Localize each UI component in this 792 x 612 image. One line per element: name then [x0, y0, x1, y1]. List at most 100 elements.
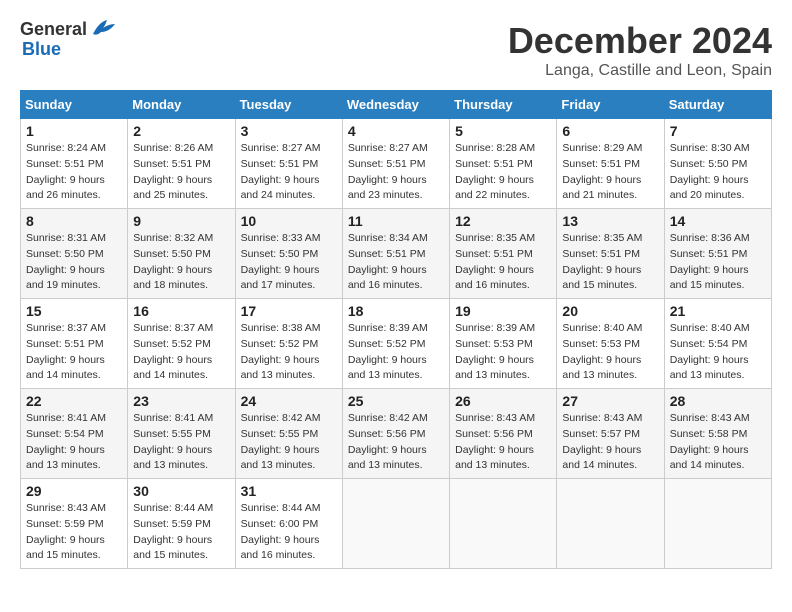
sunset-text: Sunset: 5:52 PM: [241, 338, 319, 350]
table-row: 22Sunrise: 8:41 AMSunset: 5:54 PMDayligh…: [21, 389, 128, 479]
sunrise-text: Sunrise: 8:35 AM: [562, 232, 642, 244]
table-row: 7Sunrise: 8:30 AMSunset: 5:50 PMDaylight…: [664, 119, 771, 209]
daylight-text: Daylight: 9 hours and 14 minutes.: [26, 354, 105, 382]
calendar-week-row: 29 Sunrise: 8:43 AMSunset: 5:59 PMDayligh…: [21, 479, 772, 569]
sunset-text: Sunset: 5:57 PM: [562, 428, 640, 440]
col-saturday: Saturday: [664, 91, 771, 119]
sunrise-text: Sunrise: 8:32 AM: [133, 232, 213, 244]
sunset-text: Sunset: 5:50 PM: [133, 248, 211, 260]
daylight-text: Daylight: 9 hours and 16 minutes.: [348, 264, 427, 292]
day-number: 14: [670, 213, 766, 229]
daylight-text: Daylight: 9 hours and 13 minutes.: [133, 444, 212, 472]
location-subtitle: Langa, Castille and Leon, Spain: [508, 62, 772, 80]
day-info: Sunrise: 8:40 AMSunset: 5:53 PMDaylight:…: [562, 321, 658, 384]
day-info: Sunrise: 8:43 AMSunset: 5:59 PMDaylight:…: [26, 501, 122, 564]
sunset-text: Sunset: 5:51 PM: [26, 158, 104, 170]
sunset-text: Sunset: 5:59 PM: [133, 518, 211, 530]
day-info: Sunrise: 8:33 AMSunset: 5:50 PMDaylight:…: [241, 231, 337, 294]
table-row: 13Sunrise: 8:35 AMSunset: 5:51 PMDayligh…: [557, 209, 664, 299]
sunset-text: Sunset: 5:50 PM: [241, 248, 319, 260]
table-row: 20 Sunrise: 8:40 AMSunset: 5:53 PMDayligh…: [557, 299, 664, 389]
sunset-text: Sunset: 5:54 PM: [26, 428, 104, 440]
daylight-text: Daylight: 9 hours and 15 minutes.: [562, 264, 641, 292]
sunset-text: Sunset: 5:54 PM: [670, 338, 748, 350]
sunrise-text: Sunrise: 8:39 AM: [455, 322, 535, 334]
daylight-text: Daylight: 9 hours and 15 minutes.: [133, 534, 212, 562]
day-number: 9: [133, 213, 229, 229]
day-info: Sunrise: 8:31 AMSunset: 5:50 PMDaylight:…: [26, 231, 122, 294]
daylight-text: Daylight: 9 hours and 20 minutes.: [670, 174, 749, 202]
sunset-text: Sunset: 5:51 PM: [562, 158, 640, 170]
sunset-text: Sunset: 5:51 PM: [133, 158, 211, 170]
calendar-week-row: 15 Sunrise: 8:37 AM Sunset: 5:51 PM Dayligh…: [21, 299, 772, 389]
table-row: [557, 479, 664, 569]
page-container: General Blue December 2024 Langa, Castil…: [20, 20, 772, 569]
header: General Blue December 2024 Langa, Castil…: [20, 20, 772, 80]
day-number: 25: [348, 393, 444, 409]
sunrise-text: Sunrise: 8:28 AM: [455, 142, 535, 154]
table-row: 26Sunrise: 8:43 AMSunset: 5:56 PMDayligh…: [450, 389, 557, 479]
daylight-text: Daylight: 9 hours and 13 minutes.: [348, 444, 427, 472]
table-row: 11Sunrise: 8:34 AMSunset: 5:51 PMDayligh…: [342, 209, 449, 299]
sunrise-text: Sunrise: 8:39 AM: [348, 322, 428, 334]
day-info: Sunrise: 8:35 AMSunset: 5:51 PMDaylight:…: [562, 231, 658, 294]
table-row: 9Sunrise: 8:32 AMSunset: 5:50 PMDaylight…: [128, 209, 235, 299]
day-info: Sunrise: 8:43 AMSunset: 5:56 PMDaylight:…: [455, 411, 551, 474]
table-row: 17Sunrise: 8:38 AMSunset: 5:52 PMDayligh…: [235, 299, 342, 389]
sunrise-text: Sunrise: 8:30 AM: [670, 142, 750, 154]
sunrise-text: Sunrise: 8:43 AM: [562, 412, 642, 424]
sunrise-text: Sunrise: 8:44 AM: [133, 502, 213, 514]
title-area: December 2024 Langa, Castille and Leon, …: [508, 20, 772, 80]
day-number: 23: [133, 393, 229, 409]
sunrise-text: Sunrise: 8:40 AM: [562, 322, 642, 334]
day-number: 2: [133, 123, 229, 139]
sunset-text: Sunset: 5:55 PM: [133, 428, 211, 440]
daylight-text: Daylight: 9 hours and 13 minutes.: [241, 444, 320, 472]
daylight-text: Daylight: 9 hours and 16 minutes.: [241, 534, 320, 562]
table-row: 5Sunrise: 8:28 AMSunset: 5:51 PMDaylight…: [450, 119, 557, 209]
day-info: Sunrise: 8:24 AMSunset: 5:51 PMDaylight:…: [26, 141, 122, 204]
daylight-text: Daylight: 9 hours and 13 minutes.: [348, 354, 427, 382]
sunset-text: Sunset: 5:51 PM: [26, 338, 104, 350]
sunset-text: Sunset: 5:51 PM: [348, 158, 426, 170]
table-row: 19Sunrise: 8:39 AMSunset: 5:53 PMDayligh…: [450, 299, 557, 389]
day-info: Sunrise: 8:44 AM Sunset: 5:59 PM Daylight:…: [133, 501, 229, 564]
col-monday: Monday: [128, 91, 235, 119]
day-number: 29: [26, 483, 122, 499]
day-info: Sunrise: 8:27 AM Sunset: 5:51 PM Daylight:…: [348, 141, 444, 204]
table-row: 8 Sunrise: 8:31 AMSunset: 5:50 PMDaylight…: [21, 209, 128, 299]
table-row: 14Sunrise: 8:36 AMSunset: 5:51 PMDayligh…: [664, 209, 771, 299]
day-info: Sunrise: 8:42 AM Sunset: 5:55 PM Daylight:…: [241, 411, 337, 474]
table-row: 15 Sunrise: 8:37 AM Sunset: 5:51 PM Dayligh…: [21, 299, 128, 389]
table-row: [450, 479, 557, 569]
day-info: Sunrise: 8:43 AMSunset: 5:57 PMDaylight:…: [562, 411, 658, 474]
table-row: 28Sunrise: 8:43 AMSunset: 5:58 PMDayligh…: [664, 389, 771, 479]
day-info: Sunrise: 8:34 AMSunset: 5:51 PMDaylight:…: [348, 231, 444, 294]
sunset-text: Sunset: 5:58 PM: [670, 428, 748, 440]
daylight-text: Daylight: 9 hours and 23 minutes.: [348, 174, 427, 202]
day-number: 8: [26, 213, 122, 229]
daylight-text: Daylight: 9 hours and 13 minutes.: [455, 354, 534, 382]
sunrise-text: Sunrise: 8:41 AM: [26, 412, 106, 424]
sunset-text: Sunset: 5:56 PM: [348, 428, 426, 440]
sunset-text: Sunset: 5:55 PM: [241, 428, 319, 440]
day-number: 20: [562, 303, 658, 319]
table-row: 27Sunrise: 8:43 AMSunset: 5:57 PMDayligh…: [557, 389, 664, 479]
sunrise-text: Sunrise: 8:42 AM: [241, 412, 321, 424]
daylight-text: Daylight: 9 hours and 13 minutes.: [26, 444, 105, 472]
calendar-week-row: 22Sunrise: 8:41 AMSunset: 5:54 PMDayligh…: [21, 389, 772, 479]
table-row: 12Sunrise: 8:35 AMSunset: 5:51 PMDayligh…: [450, 209, 557, 299]
day-info: Sunrise: 8:39 AM Sunset: 5:53 PM Daylight:…: [455, 321, 551, 384]
sunrise-text: Sunrise: 8:27 AM: [348, 142, 428, 154]
day-info: Sunrise: 8:30 AMSunset: 5:50 PMDaylight:…: [670, 141, 766, 204]
sunset-text: Sunset: 5:52 PM: [133, 338, 211, 350]
daylight-text: Daylight: 9 hours and 13 minutes.: [455, 444, 534, 472]
day-number: 15: [26, 303, 122, 319]
daylight-text: Daylight: 9 hours and 13 minutes.: [562, 354, 641, 382]
table-row: 1Sunrise: 8:24 AMSunset: 5:51 PMDaylight…: [21, 119, 128, 209]
daylight-text: Daylight: 9 hours and 25 minutes.: [133, 174, 212, 202]
sunset-text: Sunset: 5:53 PM: [455, 338, 533, 350]
daylight-text: Daylight: 9 hours and 14 minutes.: [133, 354, 212, 382]
sunrise-text: Sunrise: 8:37 AM: [26, 322, 106, 334]
day-number: 31: [241, 483, 337, 499]
